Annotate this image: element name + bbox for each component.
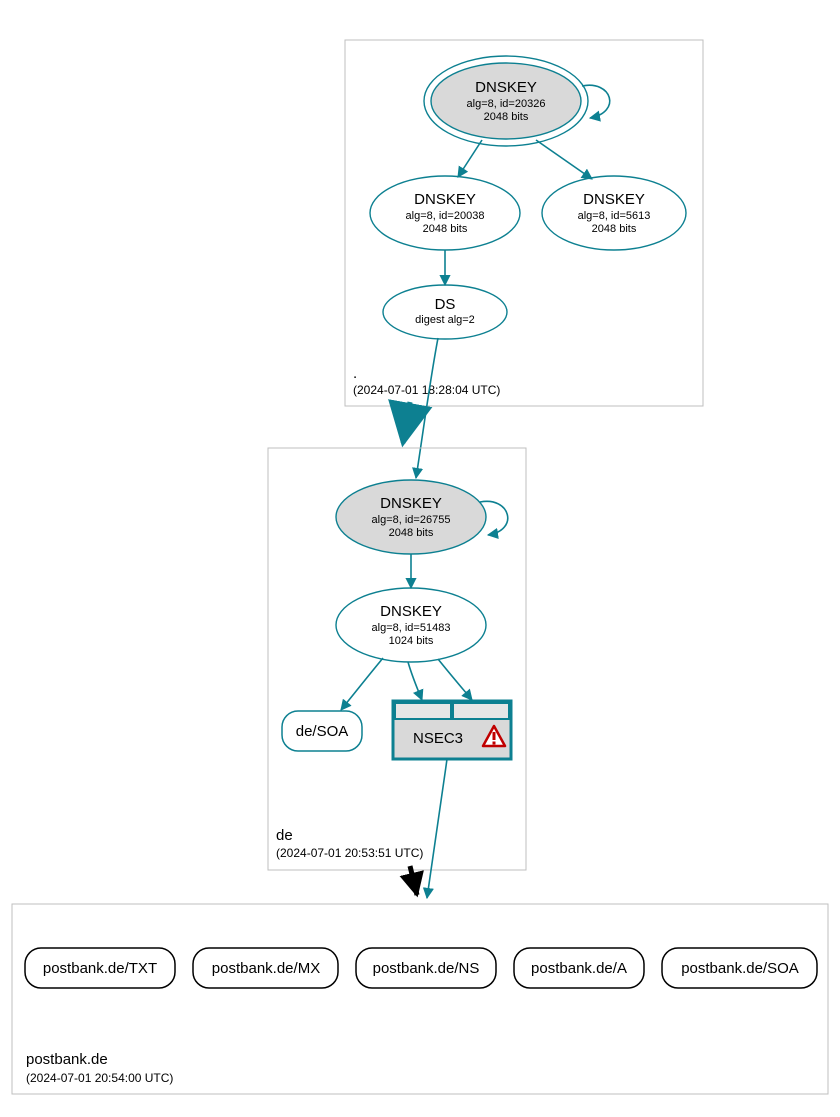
- node-domain-mx: postbank.de/MX: [193, 948, 338, 988]
- de-ksk-l1: alg=8, id=26755: [372, 514, 451, 526]
- node-de-nsec3: NSEC3: [393, 701, 511, 759]
- root-ds-title: DS: [435, 296, 456, 313]
- root-other-l2: 2048 bits: [592, 223, 637, 235]
- node-root-dnskey-other: DNSKEY alg=8, id=5613 2048 bits: [542, 176, 686, 250]
- node-root-ds: DS digest alg=2: [383, 285, 507, 339]
- de-soa-label: de/SOA: [296, 723, 349, 740]
- node-de-ksk: DNSKEY alg=8, id=26755 2048 bits: [336, 480, 486, 554]
- root-ksk-title: DNSKEY: [475, 79, 537, 96]
- zone-de: DNSKEY alg=8, id=26755 2048 bits DNSKEY …: [268, 448, 526, 870]
- root-other-title: DNSKEY: [583, 191, 645, 208]
- de-zsk-title: DNSKEY: [380, 603, 442, 620]
- zone-root: DNSKEY alg=8, id=20326 2048 bits DNSKEY …: [345, 40, 703, 406]
- domain-ns-label: postbank.de/NS: [373, 960, 480, 977]
- domain-zone-name: postbank.de: [26, 1051, 108, 1068]
- root-ksk-l2: 2048 bits: [484, 111, 529, 123]
- de-zone-name: de: [276, 827, 293, 844]
- root-other-l1: alg=8, id=5613: [578, 210, 651, 222]
- domain-a-label: postbank.de/A: [531, 960, 627, 977]
- root-zone-ts: (2024-07-01 18:28:04 UTC): [353, 383, 500, 397]
- de-zsk-l2: 1024 bits: [389, 635, 434, 647]
- de-ksk-l2: 2048 bits: [389, 527, 434, 539]
- edge-nsec3-to-domain: [427, 759, 447, 898]
- de-nsec3-label: NSEC3: [413, 730, 463, 747]
- root-zsk-l1: alg=8, id=20038: [406, 210, 485, 222]
- domain-mx-label: postbank.de/MX: [212, 960, 320, 977]
- node-domain-ns: postbank.de/NS: [356, 948, 496, 988]
- node-de-zsk: DNSKEY alg=8, id=51483 1024 bits: [336, 588, 486, 662]
- root-zone-name: .: [353, 365, 357, 382]
- zone-domain: postbank.de/TXT postbank.de/MX postbank.…: [12, 904, 828, 1094]
- root-zsk-l2: 2048 bits: [423, 223, 468, 235]
- node-domain-txt: postbank.de/TXT: [25, 948, 175, 988]
- node-domain-a: postbank.de/A: [514, 948, 644, 988]
- edge-de-zsk-to-soa: [341, 658, 383, 710]
- edge-root-to-de-zone: [403, 402, 410, 443]
- de-zone-ts: (2024-07-01 20:53:51 UTC): [276, 846, 423, 860]
- domain-zone-ts: (2024-07-01 20:54:00 UTC): [26, 1071, 173, 1085]
- edge-de-zsk-to-nsec3-b: [438, 659, 472, 700]
- node-domain-soa: postbank.de/SOA: [662, 948, 817, 988]
- dnssec-diagram: DNSKEY alg=8, id=20326 2048 bits DNSKEY …: [0, 0, 840, 1117]
- edge-root-ksk-to-other: [536, 140, 592, 179]
- domain-soa-label: postbank.de/SOA: [681, 960, 799, 977]
- node-root-zsk: DNSKEY alg=8, id=20038 2048 bits: [370, 176, 520, 250]
- node-de-soa: de/SOA: [282, 711, 362, 751]
- domain-txt-label: postbank.de/TXT: [43, 960, 157, 977]
- edge-de-zsk-to-nsec3-a: [408, 662, 422, 700]
- node-root-ksk: DNSKEY alg=8, id=20326 2048 bits: [424, 56, 588, 146]
- edge-root-ds-to-de-ksk: [416, 338, 438, 478]
- de-ksk-title: DNSKEY: [380, 495, 442, 512]
- edge-root-ksk-to-zsk: [458, 140, 482, 177]
- root-zsk-title: DNSKEY: [414, 191, 476, 208]
- root-ksk-l1: alg=8, id=20326: [467, 98, 546, 110]
- de-zsk-l1: alg=8, id=51483: [372, 622, 451, 634]
- root-ds-l1: digest alg=2: [415, 314, 475, 326]
